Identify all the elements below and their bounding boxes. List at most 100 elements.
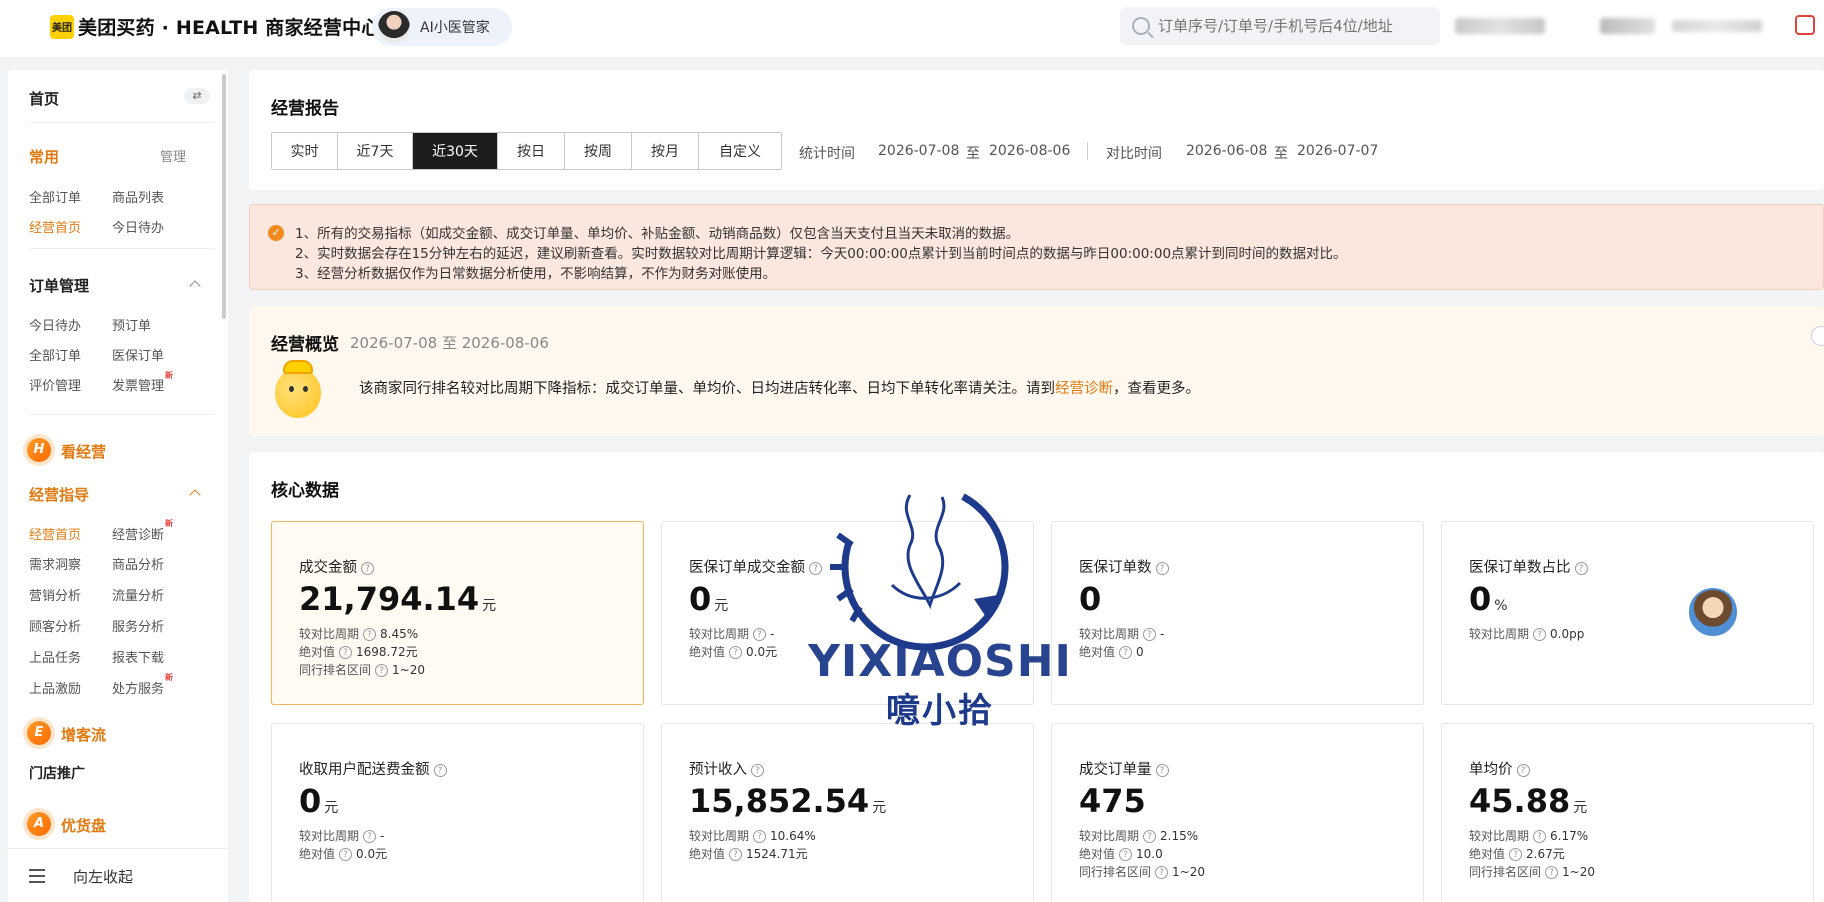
sidebar-item-today-todo[interactable]: 今日待办 bbox=[29, 315, 81, 334]
metric-label: 收取用户配送费金额? bbox=[299, 758, 447, 779]
sidebar-item-reviews[interactable]: 评价管理 bbox=[29, 375, 81, 394]
sidebar-store-promo[interactable]: 门店推广 bbox=[29, 763, 85, 783]
sidebar-item-service-analysis[interactable]: 服务分析 bbox=[112, 616, 164, 635]
metric-value: 21,794.14 元 bbox=[299, 580, 497, 618]
sidebar-order-title[interactable]: 订单管理 bbox=[29, 275, 89, 296]
diagnosis-link[interactable]: 经营诊断 bbox=[1055, 381, 1113, 397]
help-icon[interactable]: ? bbox=[753, 628, 767, 641]
help-icon[interactable]: ? bbox=[361, 562, 374, 575]
sidebar-item-product-analysis[interactable]: 商品分析 bbox=[112, 554, 164, 573]
sidebar-you-huopan[interactable]: 优货盘 bbox=[61, 815, 106, 836]
sidebar-item-business-home[interactable]: 经营首页 bbox=[29, 524, 81, 543]
tab-custom[interactable]: 自定义 bbox=[699, 133, 781, 169]
help-icon[interactable]: ? bbox=[363, 628, 377, 641]
compare-start-date[interactable]: 2026-06-08 bbox=[1186, 143, 1267, 159]
help-icon[interactable]: ? bbox=[363, 830, 377, 843]
sidebar-item-business-home[interactable]: 经营首页 bbox=[29, 217, 81, 236]
help-icon[interactable]: ? bbox=[1119, 848, 1133, 861]
sidebar-item-today-todo[interactable]: 今日待办 bbox=[112, 217, 164, 236]
help-icon[interactable]: ? bbox=[1533, 628, 1547, 641]
tab-realtime[interactable]: 实时 bbox=[272, 133, 338, 169]
sidebar-item-prescription[interactable]: 处方服务 bbox=[112, 678, 164, 697]
chevron-up-icon[interactable] bbox=[189, 280, 201, 292]
help-icon[interactable]: ? bbox=[751, 764, 764, 777]
help-icon[interactable]: ? bbox=[339, 848, 353, 861]
metric-card-avg-price[interactable]: 单均价? 45.88 元 较对比周期? 6.17% 绝对值? 2.67元 同行排名区间… bbox=[1441, 723, 1814, 902]
help-icon[interactable]: ? bbox=[339, 646, 353, 659]
help-icon[interactable]: ? bbox=[1516, 764, 1530, 777]
sidebar-item-invoices[interactable]: 发票管理 bbox=[112, 375, 164, 394]
ai-assistant-button[interactable]: AI小医管家 bbox=[372, 8, 512, 46]
help-icon[interactable]: ? bbox=[1545, 866, 1559, 879]
sidebar-item-listing-incentive[interactable]: 上品激励 bbox=[29, 678, 81, 697]
assistant-avatar-icon[interactable] bbox=[1689, 588, 1737, 636]
help-icon[interactable]: ? bbox=[1509, 848, 1523, 861]
blurred-account[interactable] bbox=[1600, 18, 1655, 34]
sidebar-manage-link[interactable]: 管理 bbox=[160, 146, 186, 165]
help-icon[interactable]: ? bbox=[1574, 562, 1588, 575]
help-icon[interactable]: ? bbox=[1155, 866, 1169, 879]
stat-end-date[interactable]: 2026-08-06 bbox=[989, 143, 1070, 159]
brand[interactable]: 美团 美团买药 · HEALTH 商家经营中心 bbox=[50, 13, 380, 40]
blurred-user[interactable] bbox=[1672, 20, 1762, 32]
overview-message-tail: ，查看更多。 bbox=[1113, 381, 1200, 397]
tab-weekly[interactable]: 按周 bbox=[565, 133, 632, 169]
metric-label-text: 医保订单数 bbox=[1079, 560, 1152, 576]
sidebar-home[interactable]: 首页 bbox=[29, 88, 59, 109]
mascot-icon bbox=[269, 358, 327, 428]
tab-7days[interactable]: 近7天 bbox=[338, 133, 413, 169]
sidebar-item-preorder[interactable]: 预订单 bbox=[112, 315, 151, 334]
sidebar-zeng-keliu[interactable]: 增客流 bbox=[61, 724, 106, 745]
help-icon[interactable]: ? bbox=[753, 830, 767, 843]
float-toggle-icon[interactable] bbox=[1811, 326, 1824, 346]
help-icon[interactable]: ? bbox=[1533, 830, 1547, 843]
tab-30days[interactable]: 近30天 bbox=[413, 133, 498, 169]
help-icon[interactable]: ? bbox=[1155, 562, 1169, 575]
metric-card-gmv[interactable]: 成交金额? 21,794.14 元 较对比周期? 8.45% 绝对值? 1698.72… bbox=[271, 521, 644, 705]
sidebar-guide-title[interactable]: 经营指导 bbox=[29, 484, 89, 505]
help-icon[interactable]: ? bbox=[729, 848, 743, 861]
help-icon[interactable]: ? bbox=[1119, 646, 1133, 659]
help-icon[interactable]: ? bbox=[809, 562, 822, 575]
top-header: 美团 美团买药 · HEALTH 商家经营中心 AI小医管家 bbox=[0, 0, 1824, 58]
sidebar-collapse[interactable]: 向左收起 bbox=[8, 848, 228, 902]
sidebar-item-traffic-analysis[interactable]: 流量分析 bbox=[112, 585, 164, 604]
sidebar-scrollbar[interactable] bbox=[222, 74, 226, 319]
help-icon[interactable]: ? bbox=[1143, 628, 1157, 641]
metric-card-order-count[interactable]: 成交订单量? 475 较对比周期? 2.15% 绝对值? 10.0 同行排名区间? 1… bbox=[1051, 723, 1424, 902]
metric-value: 0元 bbox=[689, 580, 729, 618]
sidebar-item-diagnosis[interactable]: 经营诊断 bbox=[112, 524, 164, 543]
sidebar-item-demand-insight[interactable]: 需求洞察 bbox=[29, 554, 81, 573]
search-icon bbox=[1132, 17, 1150, 35]
switch-icon[interactable]: ⇄ bbox=[184, 88, 210, 104]
metric-card-expected-income[interactable]: 预计收入? 15,852.54 元 较对比周期? 10.64% 绝对值? 1524.7… bbox=[661, 723, 1034, 902]
sidebar-item-all-orders[interactable]: 全部订单 bbox=[29, 345, 81, 364]
sidebar-item-customer-analysis[interactable]: 顾客分析 bbox=[29, 616, 81, 635]
tab-daily[interactable]: 按日 bbox=[498, 133, 565, 169]
help-icon[interactable]: ? bbox=[1143, 830, 1157, 843]
sidebar-item-all-orders[interactable]: 全部订单 bbox=[29, 187, 81, 206]
metric-card-delivery-fee[interactable]: 收取用户配送费金额? 0元 较对比周期? - 绝对值? 0.0元 bbox=[271, 723, 644, 902]
sidebar-item-listing-tasks[interactable]: 上品任务 bbox=[29, 647, 81, 666]
sidebar-item-product-list[interactable]: 商品列表 bbox=[112, 187, 164, 206]
help-icon[interactable]: ? bbox=[375, 664, 389, 677]
compare-end-date[interactable]: 2026-07-07 bbox=[1297, 143, 1378, 159]
search-input[interactable] bbox=[1158, 17, 1418, 35]
metric-label-text: 医保订单数占比 bbox=[1469, 560, 1571, 576]
metric-card-insurance-ratio[interactable]: 医保订单数占比? 0% 较对比周期? 0.0pp bbox=[1441, 521, 1814, 705]
help-icon[interactable]: ? bbox=[729, 646, 743, 659]
help-icon[interactable]: ? bbox=[433, 764, 447, 777]
sidebar-item-report-download[interactable]: 报表下载 bbox=[112, 647, 164, 666]
sidebar-item-marketing-analysis[interactable]: 营销分析 bbox=[29, 585, 81, 604]
metric-rank: 同行排名区间? 1~20 bbox=[299, 663, 425, 677]
zeng-keliu-icon: E bbox=[27, 721, 51, 745]
search-box[interactable] bbox=[1120, 7, 1440, 45]
help-icon[interactable]: ? bbox=[1155, 764, 1169, 777]
chevron-up-icon[interactable] bbox=[189, 489, 201, 501]
stat-start-date[interactable]: 2026-07-08 bbox=[878, 143, 959, 159]
sidebar-item-insurance-orders[interactable]: 医保订单 bbox=[112, 345, 164, 364]
ai-avatar-icon bbox=[378, 11, 410, 43]
sidebar-kan-jingying[interactable]: 看经营 bbox=[61, 441, 106, 462]
logout-icon[interactable] bbox=[1795, 15, 1815, 35]
tab-monthly[interactable]: 按月 bbox=[632, 133, 699, 169]
